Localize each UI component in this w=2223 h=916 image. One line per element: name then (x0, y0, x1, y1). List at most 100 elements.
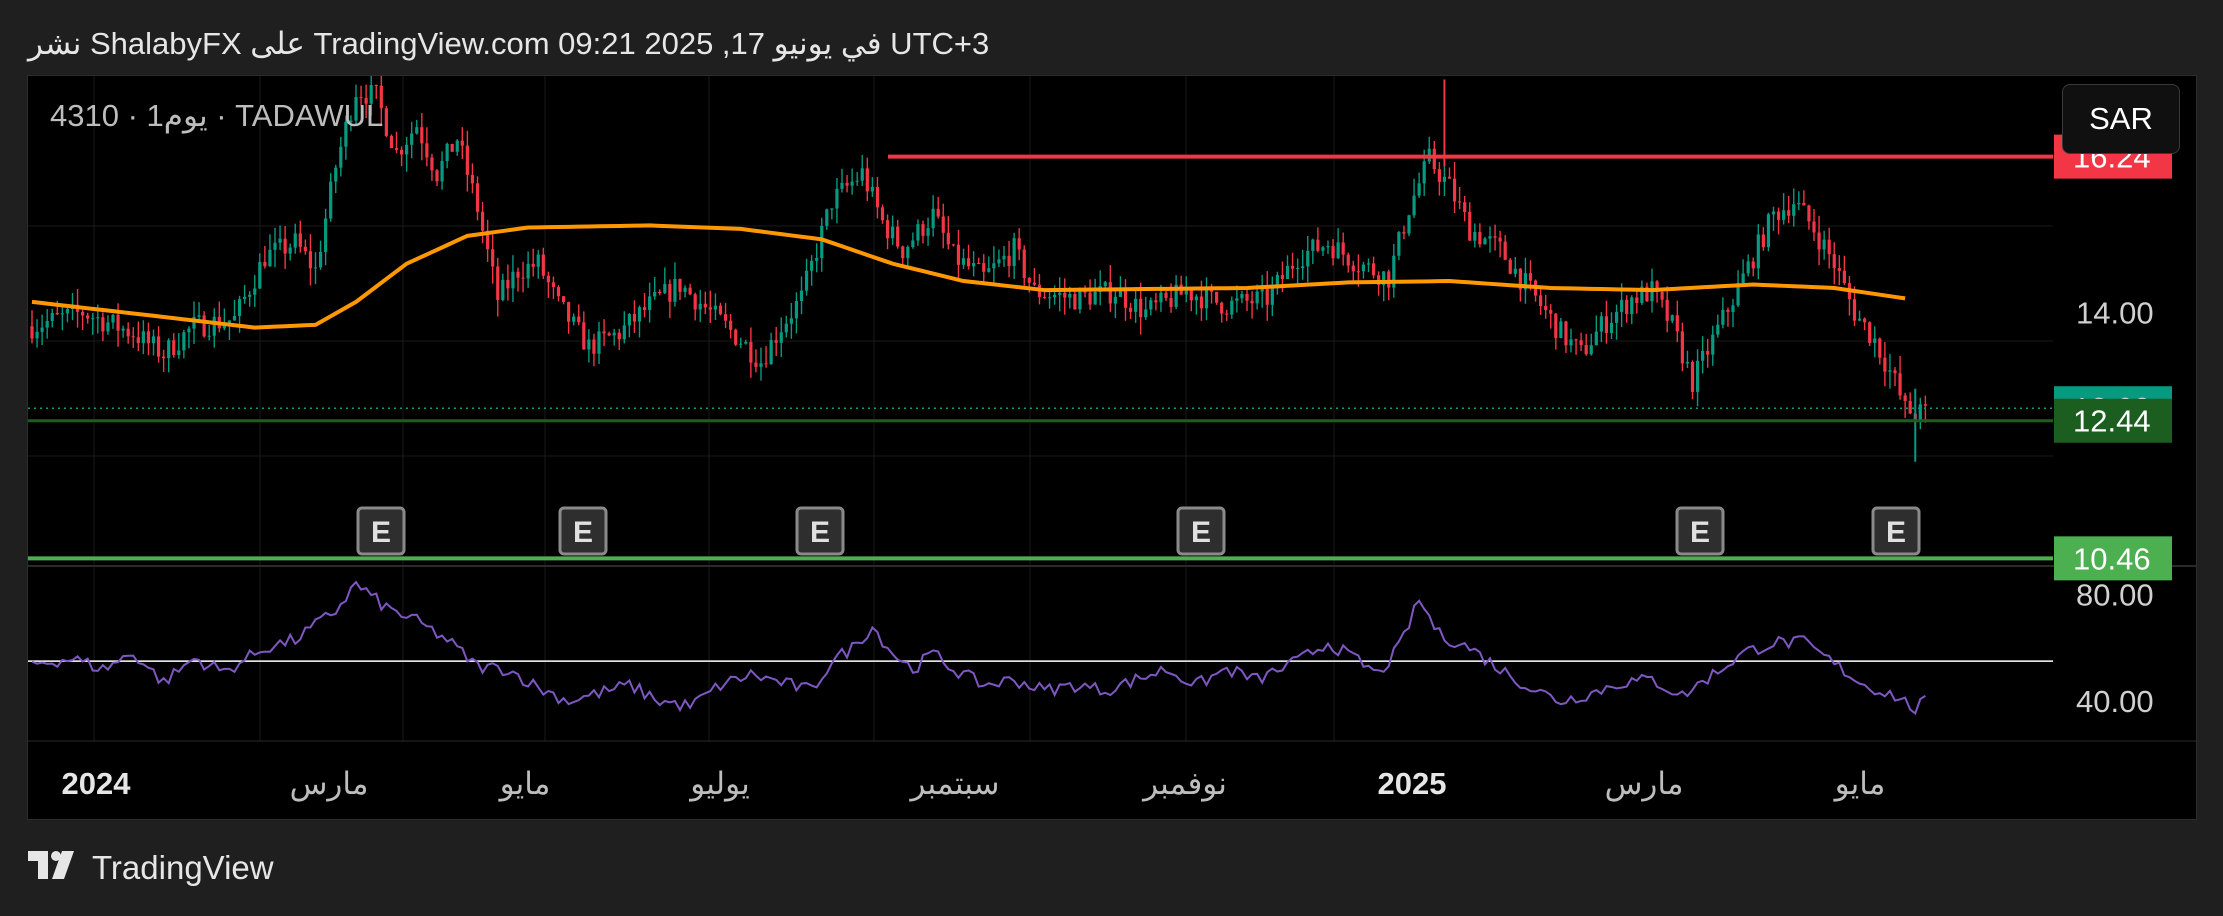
candle-body (1731, 305, 1735, 312)
candle-body (977, 263, 981, 265)
candle-body (283, 238, 287, 254)
candle-body (1316, 239, 1320, 251)
candle-body (1918, 404, 1922, 420)
candle-body (1154, 300, 1158, 303)
candle-body (1635, 297, 1639, 303)
candle-body (506, 279, 510, 289)
candle-body (911, 240, 915, 247)
candle-body (551, 282, 556, 288)
candle-body (1123, 289, 1128, 308)
candle-body (561, 296, 566, 303)
candle-body (880, 207, 885, 221)
candle-body (789, 318, 793, 324)
candle-body (602, 331, 606, 334)
candle-body (1290, 265, 1295, 269)
candle-body (906, 246, 910, 259)
candle-body (875, 186, 880, 208)
candle-body (678, 278, 682, 292)
candle-body (668, 284, 672, 302)
candle-body (511, 271, 515, 289)
candle-body (1270, 286, 1274, 305)
candle-body (253, 288, 257, 295)
candle-body (961, 258, 966, 265)
candle-body (622, 325, 626, 340)
candle-body (151, 336, 156, 344)
tradingview-logo-icon[interactable] (28, 849, 80, 887)
candle-body (324, 218, 328, 252)
candle-body (212, 316, 216, 336)
candle-body (992, 263, 996, 269)
candle-body (1468, 211, 1472, 241)
candle-body (1863, 318, 1867, 323)
candle-body (688, 287, 692, 295)
candle-body (1017, 238, 1021, 250)
candle-body (632, 314, 637, 322)
candle-body (693, 294, 697, 310)
candle-body (1220, 302, 1224, 314)
candle-body (516, 271, 520, 278)
moving-average-line (31, 223, 1906, 330)
candle-body (86, 315, 90, 319)
candle-body (1706, 350, 1710, 355)
candle-body (536, 254, 540, 267)
candle-body (607, 333, 611, 336)
candle-body (1458, 201, 1462, 203)
candle-body (1301, 266, 1305, 269)
price-axis-tick: 14.00 (2076, 295, 2154, 330)
candle-body (1478, 232, 1482, 245)
candle-body (1721, 309, 1725, 325)
price-label: 12.44 (2073, 404, 2151, 439)
candle-body (430, 157, 434, 171)
publish-header: نشر ShalabyFX على TradingView.com 09:21 … (28, 26, 990, 61)
rsi-axis-tick: 40.00 (2076, 684, 2154, 719)
candle-body (1311, 239, 1315, 251)
candle-body (1604, 316, 1609, 333)
candle-body (141, 331, 145, 344)
candle-body (475, 183, 480, 212)
candle-body (1285, 265, 1290, 279)
candle-body (1134, 298, 1138, 312)
candle-body (278, 238, 282, 243)
chart-panel[interactable]: 14.0016.2412.6212.4410.46EEEEEE80.0040.0… (27, 75, 2197, 820)
candle-body (1751, 261, 1755, 269)
candle-body (582, 322, 586, 350)
candle-body (172, 340, 176, 356)
candle-body (1250, 300, 1254, 304)
candle-body (1022, 249, 1026, 278)
candle-body (1412, 195, 1416, 216)
candle-body (1189, 290, 1193, 301)
candle-body (1716, 324, 1720, 335)
candle-body (1498, 237, 1502, 242)
candle-body (405, 144, 409, 155)
candle-body (329, 181, 333, 219)
candle-body (1437, 169, 1441, 182)
candle-body (1093, 291, 1097, 305)
chart-canvas[interactable]: 14.0016.2412.6212.4410.46EEEEEE80.0040.0… (28, 76, 2196, 819)
candle-body (1387, 271, 1391, 288)
candle-body (293, 233, 297, 248)
brand-name[interactable]: TradingView (92, 849, 274, 887)
candle-body (1741, 273, 1745, 284)
candle-body (1787, 210, 1791, 216)
candle-body (177, 350, 181, 356)
candle-body (232, 315, 237, 321)
time-axis-label: مارس (290, 766, 369, 802)
candle-body (318, 251, 323, 268)
candle-body (162, 356, 166, 359)
currency-button[interactable]: SAR (2062, 84, 2180, 154)
time-axis-label: مايو (498, 766, 551, 802)
candle-body (759, 363, 763, 367)
candle-body (825, 209, 829, 226)
candle-body (1817, 232, 1821, 250)
candle-body (435, 170, 439, 182)
candle-body (1321, 247, 1325, 251)
candle-body (698, 303, 702, 310)
candle-body (126, 328, 130, 337)
candle-body (703, 303, 707, 308)
candle-body (870, 186, 874, 192)
candle-body (1488, 236, 1492, 239)
candle-body (1726, 309, 1730, 312)
candle-body (810, 260, 814, 271)
candle-body (1903, 395, 1907, 401)
candle-body (1832, 254, 1836, 269)
